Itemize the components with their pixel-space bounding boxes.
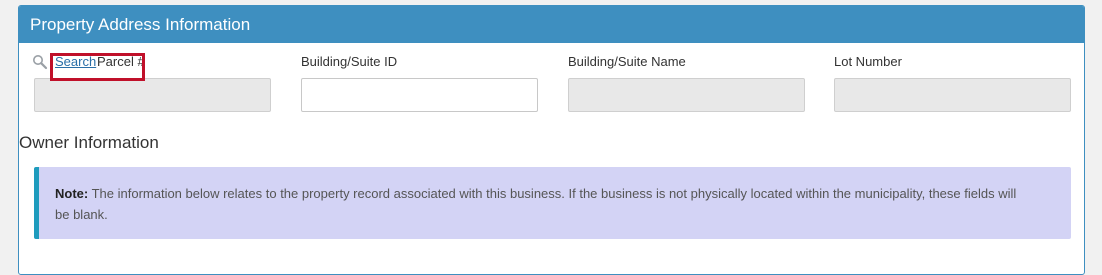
note-text: The information below relates to the pro… [55, 186, 1017, 222]
building-suite-id-label: Building/Suite ID [301, 54, 398, 69]
parcel-input [34, 78, 271, 112]
highlight-annotation-box [50, 53, 145, 81]
search-icon [33, 55, 48, 70]
lot-number-input [834, 78, 1071, 112]
owner-information-title: Owner Information [19, 133, 159, 152]
panel-title: Property Address Information [19, 6, 1084, 43]
note-label: Note: [55, 186, 89, 201]
building-suite-name-input [568, 78, 805, 112]
building-suite-name-label: Building/Suite Name [568, 54, 686, 69]
lot-number-label: Lot Number [834, 54, 902, 69]
owner-note-callout: Note: The information below relates to t… [34, 167, 1071, 239]
building-suite-id-input[interactable] [301, 78, 538, 112]
